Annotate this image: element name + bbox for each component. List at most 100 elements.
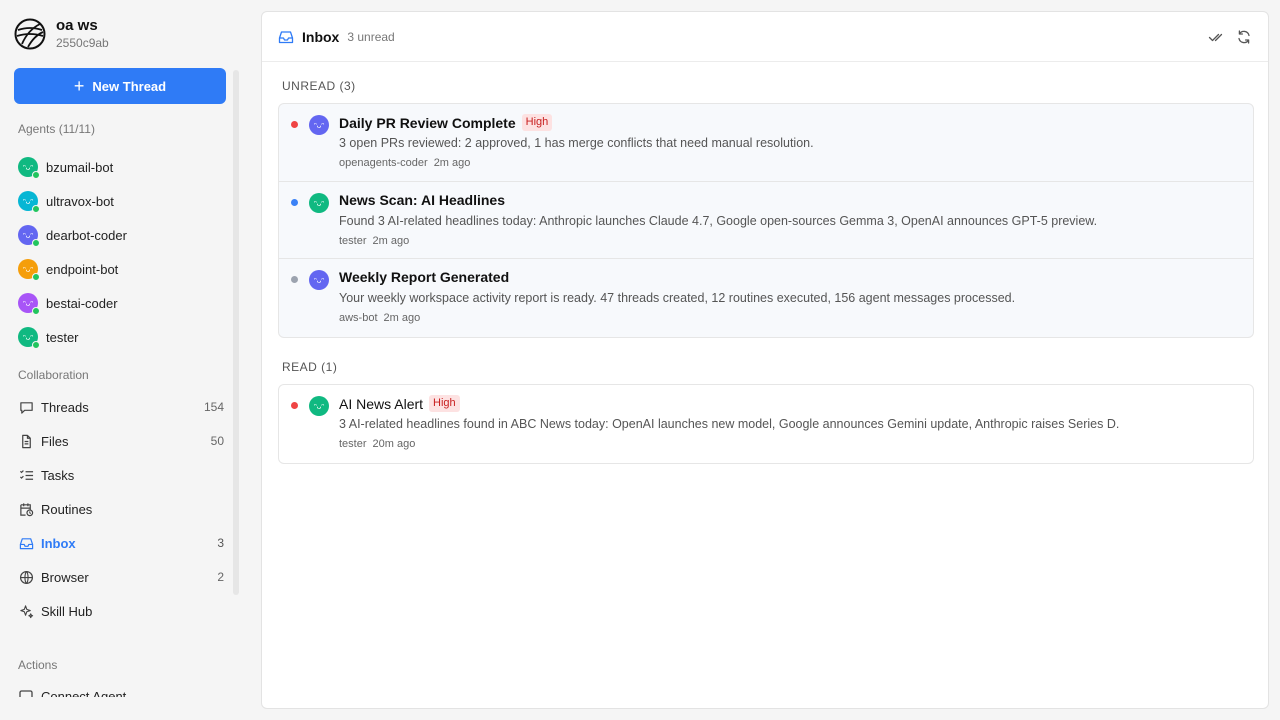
sidebar-item-count: 50	[210, 434, 224, 448]
sidebar-item-label: Inbox	[41, 535, 76, 551]
inbox-item[interactable]: ᵔᴗᵔ Weekly Report Generated Your weekly …	[279, 259, 1253, 337]
actions-section-label: Actions	[18, 658, 58, 672]
unread-section-label: UNREAD (3)	[282, 79, 356, 93]
collaboration-section-label: Collaboration	[18, 368, 89, 382]
inbox-item-sender: aws-bot	[339, 312, 378, 324]
inbox-item-title: News Scan: AI Headlines	[339, 191, 505, 208]
inbox-item-sender: openagents-coder	[339, 157, 428, 169]
inbox-item-sender: tester	[339, 234, 367, 247]
sidebar-item-browser[interactable]: Browser 2	[18, 560, 224, 594]
sidebar-item-inbox[interactable]: Inbox 3	[18, 526, 224, 560]
inbox-item-description: 3 AI-related headlines found in ABC News…	[339, 417, 1120, 431]
sidebar-item-label: Routines	[41, 501, 93, 517]
online-status-icon	[32, 239, 40, 247]
sender-avatar-icon: ᵔᴗᵔ	[309, 192, 329, 213]
page-title: Inbox	[302, 28, 340, 45]
inbox-item-description: Found 3 AI-related headlines today: Anth…	[339, 213, 1098, 228]
agent-item[interactable]: ᵔᴗᵔ endpoint-bot	[18, 252, 228, 286]
plus-icon: +	[73, 76, 85, 96]
sidebar-item-count: 154	[203, 400, 224, 414]
sidebar-item-threads[interactable]: Threads 154	[18, 390, 224, 424]
unread-list: ᵔᴗᵔ Daily PR Review Complete High 3 open…	[278, 103, 1254, 338]
sparkles-icon	[18, 603, 34, 619]
inbox-header: Inbox 3 unread	[262, 12, 1268, 62]
agent-name: bzumail-bot	[46, 159, 114, 175]
inbox-panel: Inbox 3 unread UNREAD (3) ᵔᴗᵔ Daily PR R…	[261, 11, 1269, 709]
agent-item[interactable]: ᵔᴗᵔ ultravox-bot	[18, 184, 228, 218]
sidebar-scrollbar[interactable]	[233, 70, 239, 595]
online-status-icon	[32, 171, 40, 179]
inbox-icon	[278, 30, 294, 43]
agent-avatar-icon: ᵔᴗᵔ	[18, 191, 40, 213]
sidebar-item-count: 2	[217, 570, 224, 584]
inbox-item[interactable]: ᵔᴗᵔ AI News Alert High 3 AI-related head…	[279, 385, 1253, 463]
inbox-item-time: 2m ago	[383, 312, 421, 324]
list-checks-icon	[18, 467, 34, 483]
sender-avatar-icon: ᵔᴗᵔ	[309, 115, 329, 135]
read-section-label: READ (1)	[282, 360, 338, 374]
inbox-item[interactable]: ᵔᴗᵔ Daily PR Review Complete High 3 open…	[279, 104, 1253, 182]
agent-avatar-icon: ᵔᴗᵔ	[18, 259, 40, 281]
inbox-item-description: 3 open PRs reviewed: 2 approved, 1 has m…	[339, 136, 814, 150]
agents-section-label: Agents (11/11)	[18, 122, 95, 136]
inbox-item-description: Your weekly workspace activity report is…	[339, 291, 1016, 305]
agent-avatar-icon: ᵔᴗᵔ	[18, 225, 40, 247]
new-thread-button[interactable]: + New Thread	[14, 68, 226, 104]
agent-name: bestai-coder	[46, 295, 118, 311]
inbox-item-title: Daily PR Review Complete	[339, 114, 516, 131]
sidebar-item-routines[interactable]: Routines	[18, 492, 224, 526]
workspace-name: oa ws	[56, 17, 98, 34]
calendar-clock-icon	[18, 501, 34, 517]
unread-count: 3 unread	[347, 29, 395, 44]
refresh-icon[interactable]	[1236, 29, 1252, 45]
inbox-item-time: 20m ago	[372, 438, 416, 450]
agent-item[interactable]: ᵔᴗᵔ bzumail-bot	[18, 150, 228, 184]
sender-avatar-icon: ᵔᴗᵔ	[309, 270, 329, 290]
agent-name: tester	[46, 329, 79, 345]
sidebar-item-files[interactable]: Files 50	[18, 424, 224, 458]
sidebar-item-label: Threads	[41, 399, 89, 415]
workspace-id: 2550c9ab	[56, 36, 109, 50]
globe-icon	[18, 569, 34, 585]
message-square-icon	[18, 399, 34, 415]
online-status-icon	[32, 205, 40, 213]
sidebar-item-label: Browser	[41, 569, 89, 585]
priority-dot-icon	[291, 121, 298, 128]
sidebar-item-label: Skill Hub	[41, 603, 93, 619]
file-icon	[18, 433, 34, 449]
online-status-icon	[32, 341, 40, 349]
sidebar-item-label: Tasks	[41, 467, 75, 483]
nav-list: Threads 154 Files 50 Tasks Routines Inbo…	[18, 390, 224, 628]
agent-item[interactable]: ᵔᴗᵔ bestai-coder	[18, 286, 228, 320]
inbox-item-time: 2m ago	[433, 157, 471, 169]
workspace-logo-icon	[14, 18, 46, 50]
mark-all-read-icon[interactable]	[1208, 29, 1224, 45]
sidebar-bottom-fade	[0, 697, 240, 720]
inbox-item[interactable]: ᵔᴗᵔ News Scan: AI Headlines Found 3 AI-r…	[279, 182, 1253, 259]
inbox-item-title: Weekly Report Generated	[339, 269, 510, 285]
inbox-item-title: AI News Alert	[339, 395, 424, 412]
agent-name: ultravox-bot	[46, 193, 114, 209]
priority-badge: High	[521, 114, 553, 131]
priority-dot-icon	[291, 402, 298, 409]
priority-dot-icon	[291, 198, 298, 206]
read-list: ᵔᴗᵔ AI News Alert High 3 AI-related head…	[278, 384, 1254, 464]
sender-avatar-icon: ᵔᴗᵔ	[309, 396, 329, 416]
sidebar-item-skill-hub[interactable]: Skill Hub	[18, 594, 224, 628]
agent-avatar-icon: ᵔᴗᵔ	[18, 293, 40, 315]
agent-list: ᵔᴗᵔ bzumail-bot ᵔᴗᵔ ultravox-bot ᵔᴗᵔ dea…	[18, 150, 228, 354]
inbox-icon	[18, 535, 34, 551]
agent-name: endpoint-bot	[46, 261, 119, 277]
priority-dot-icon	[291, 276, 298, 283]
inbox-item-time: 2m ago	[372, 234, 410, 247]
sidebar: oa ws 2550c9ab + New Thread Agents (11/1…	[0, 0, 240, 720]
inbox-item-sender: tester	[339, 438, 367, 450]
priority-badge: High	[429, 395, 460, 412]
agent-item[interactable]: ᵔᴗᵔ dearbot-coder	[18, 218, 228, 252]
agent-avatar-icon: ᵔᴗᵔ	[18, 327, 40, 349]
agent-name: dearbot-coder	[46, 227, 127, 243]
sidebar-item-tasks[interactable]: Tasks	[18, 458, 224, 492]
agent-item[interactable]: ᵔᴗᵔ tester	[18, 320, 228, 354]
agent-avatar-icon: ᵔᴗᵔ	[18, 157, 40, 179]
workspace-header[interactable]: oa ws 2550c9ab	[14, 17, 109, 51]
